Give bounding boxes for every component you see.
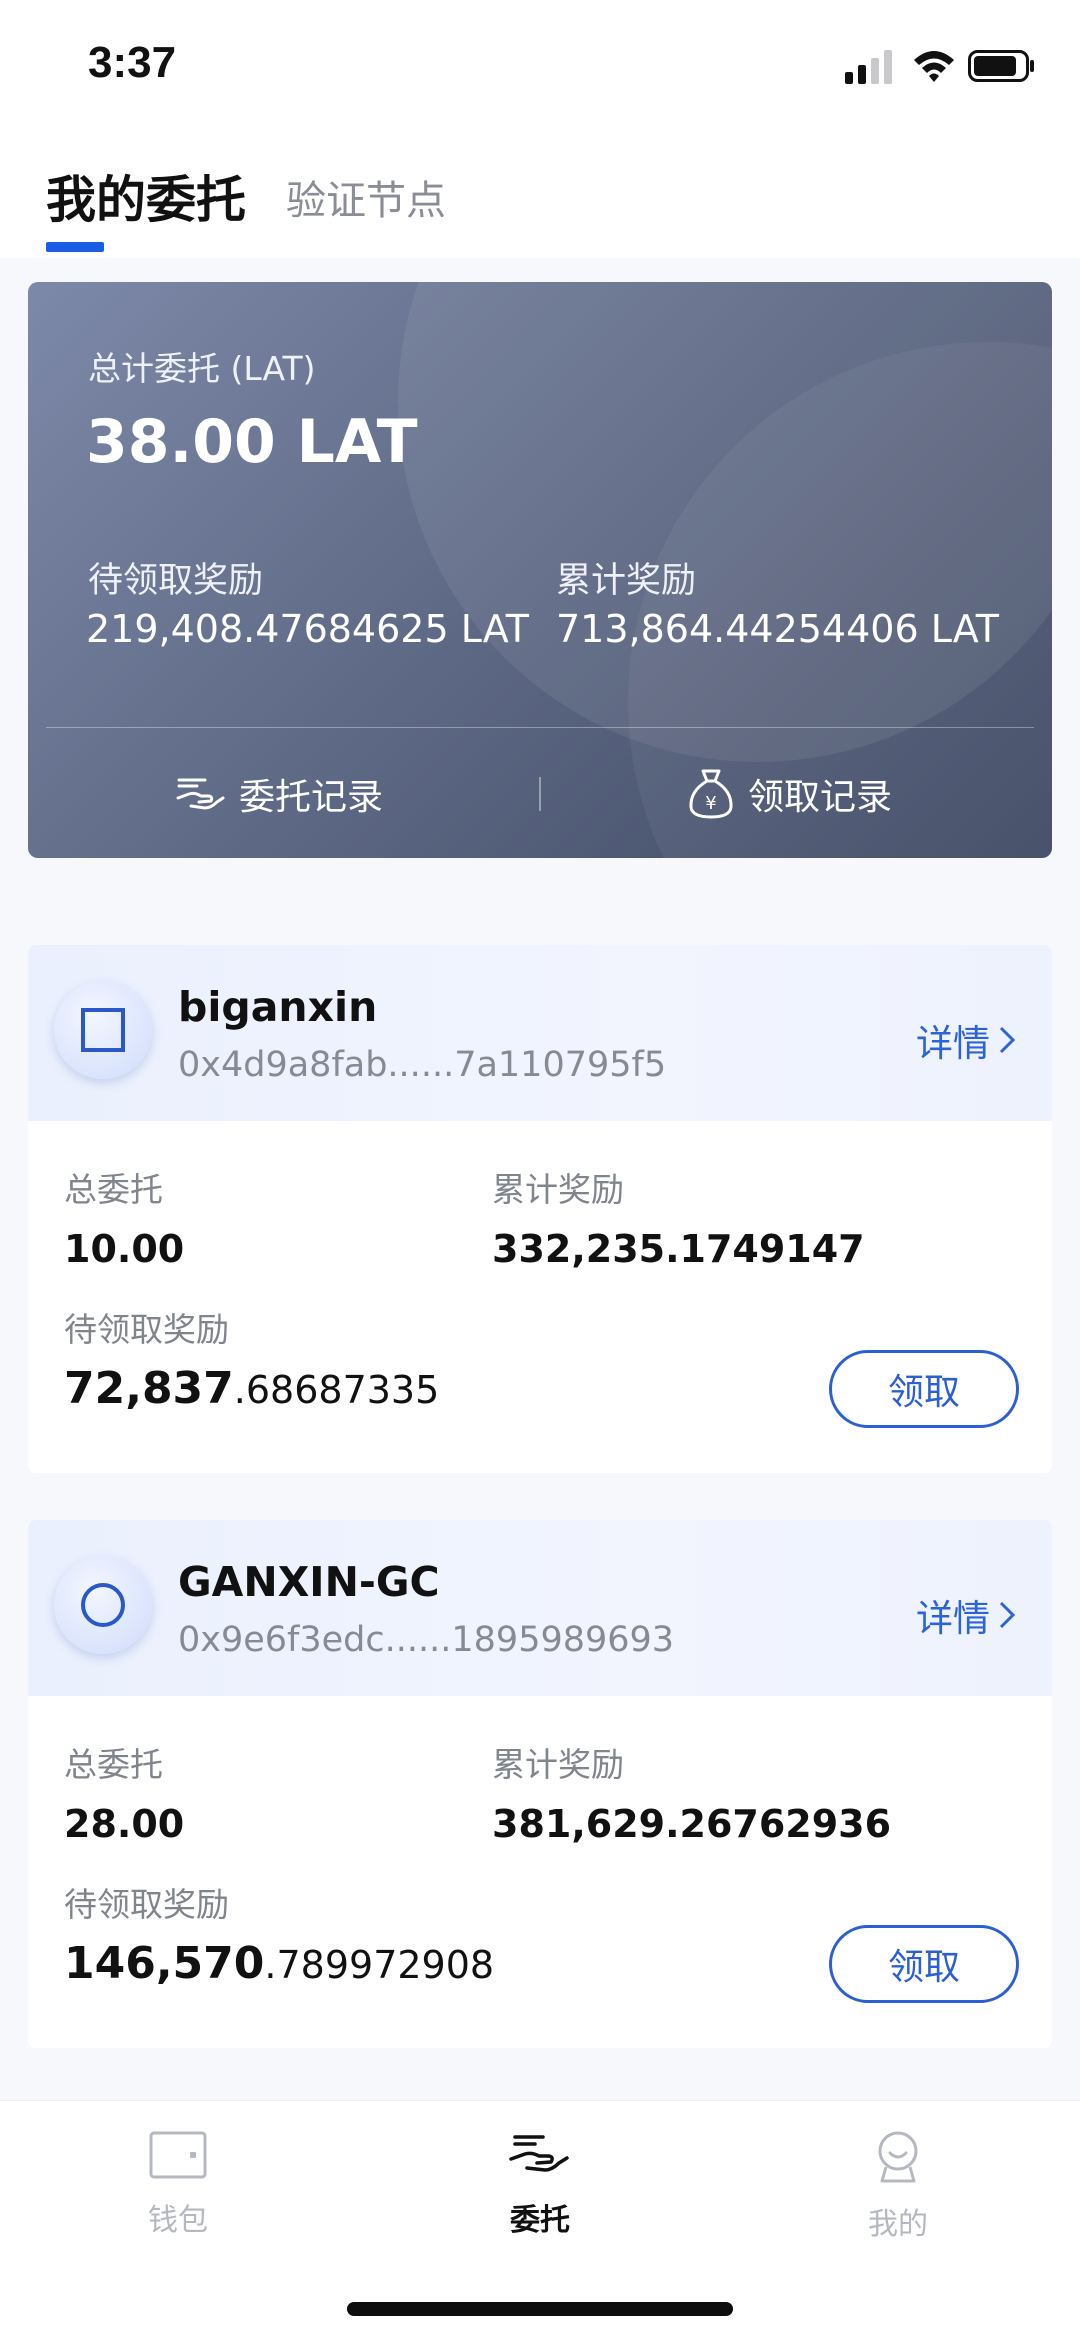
delegation-card: GANXIN-GC 0x9e6f3edc......1895989693 详情 … <box>28 1520 1052 2048</box>
svg-text:¥: ¥ <box>705 793 716 814</box>
pending-rewards-label: 待领取奖励 <box>64 1310 229 1349</box>
chevron-right-icon <box>999 1601 1016 1629</box>
node-name: biganxin <box>178 983 378 1031</box>
total-delegation-value: 38.00 LAT <box>86 407 418 477</box>
claim-button[interactable]: 领取 <box>829 1925 1019 2003</box>
details-label: 详情 <box>916 1022 990 1065</box>
pending-rewards-integer: 146,570 <box>64 1938 265 1989</box>
wallet-icon <box>149 2131 207 2179</box>
nav-wallet[interactable]: 钱包 <box>78 2129 278 2239</box>
cumulative-rewards-label: 累计奖励 <box>492 1170 624 1209</box>
node-name: GANXIN-GC <box>178 1558 440 1606</box>
nav-profile-label: 我的 <box>868 2207 928 2242</box>
delegate-hand-icon <box>176 778 225 810</box>
node-avatar <box>54 1556 152 1654</box>
pending-rewards-label: 待领取奖励 <box>64 1885 229 1924</box>
pending-rewards-value: 146,570.789972908 <box>64 1938 494 1989</box>
pending-rewards-fraction: .68687335 <box>233 1368 440 1412</box>
pending-rewards-value: 72,837.68687335 <box>64 1363 439 1414</box>
cumulative-rewards-value: 381,629.26762936 <box>492 1802 892 1846</box>
cumulative-rewards-label: 累计奖励 <box>492 1745 624 1784</box>
delegate-icon <box>509 2135 569 2172</box>
nav-profile[interactable]: 我的 <box>798 2129 998 2243</box>
cellular-signal-icon <box>845 50 892 84</box>
divider <box>46 727 1034 728</box>
cumulative-rewards-value: 713,864.44254406 LAT <box>556 607 1000 651</box>
cumulative-rewards-value: 332,235.1749147 <box>492 1227 865 1271</box>
money-bag-icon: ¥ <box>689 769 733 819</box>
delegation-card-header: GANXIN-GC 0x9e6f3edc......1895989693 详情 <box>28 1520 1052 1696</box>
total-delegation-value: 28.00 <box>64 1802 185 1846</box>
header-tabs: 我的委托 验证节点 <box>0 130 1080 258</box>
wifi-icon <box>914 51 954 82</box>
divider <box>539 777 541 811</box>
status-time: 3:37 <box>88 38 177 87</box>
pending-rewards-fraction: .789972908 <box>264 1943 495 1987</box>
delegation-card-header: biganxin 0x4d9a8fab......7a110795f5 详情 <box>28 945 1052 1121</box>
delegate-records-label: 委托记录 <box>239 777 384 818</box>
circle-icon <box>81 1583 125 1627</box>
nav-delegate[interactable]: 委托 <box>440 2129 640 2239</box>
cumulative-rewards-label: 累计奖励 <box>556 561 697 601</box>
delegation-summary-card: 总计委托 (LAT) 38.00 LAT 待领取奖励 219,408.47684… <box>28 282 1052 858</box>
status-bar: 3:37 <box>0 0 1080 130</box>
node-address: 0x4d9a8fab......7a110795f5 <box>178 1045 667 1085</box>
node-avatar <box>54 981 152 1079</box>
total-delegation-label: 总委托 <box>64 1170 163 1209</box>
node-address: 0x9e6f3edc......1895989693 <box>178 1620 675 1660</box>
square-icon <box>81 1008 125 1052</box>
nav-wallet-label: 钱包 <box>148 2203 208 2238</box>
nav-delegate-label: 委托 <box>510 2203 570 2238</box>
chevron-right-icon <box>999 1026 1016 1054</box>
battery-icon <box>968 50 1034 82</box>
tab-my-delegations[interactable]: 我的委托 <box>46 160 246 232</box>
claim-records-label: 领取记录 <box>748 777 893 818</box>
delegation-card: biganxin 0x4d9a8fab......7a110795f5 详情 总… <box>28 945 1052 1473</box>
details-link[interactable]: 详情 <box>916 1013 1016 1067</box>
active-tab-indicator <box>46 242 104 252</box>
pending-rewards-value: 219,408.47684625 LAT <box>86 607 530 651</box>
total-delegation-value: 10.00 <box>64 1227 185 1271</box>
tab-validator-nodes[interactable]: 验证节点 <box>286 168 446 226</box>
details-link[interactable]: 详情 <box>916 1588 1016 1642</box>
total-delegation-label: 总计委托 (LAT) <box>88 349 316 388</box>
claim-button[interactable]: 领取 <box>829 1350 1019 1428</box>
delegate-records-button[interactable]: 委托记录 <box>175 762 383 826</box>
pending-rewards-label: 待领取奖励 <box>88 561 264 601</box>
claim-records-button[interactable]: ¥ 领取记录 <box>686 762 892 826</box>
total-delegation-label: 总委托 <box>64 1745 163 1784</box>
details-label: 详情 <box>916 1597 990 1640</box>
profile-icon <box>878 2131 918 2183</box>
pending-rewards-integer: 72,837 <box>64 1363 234 1414</box>
home-indicator <box>347 2302 733 2316</box>
